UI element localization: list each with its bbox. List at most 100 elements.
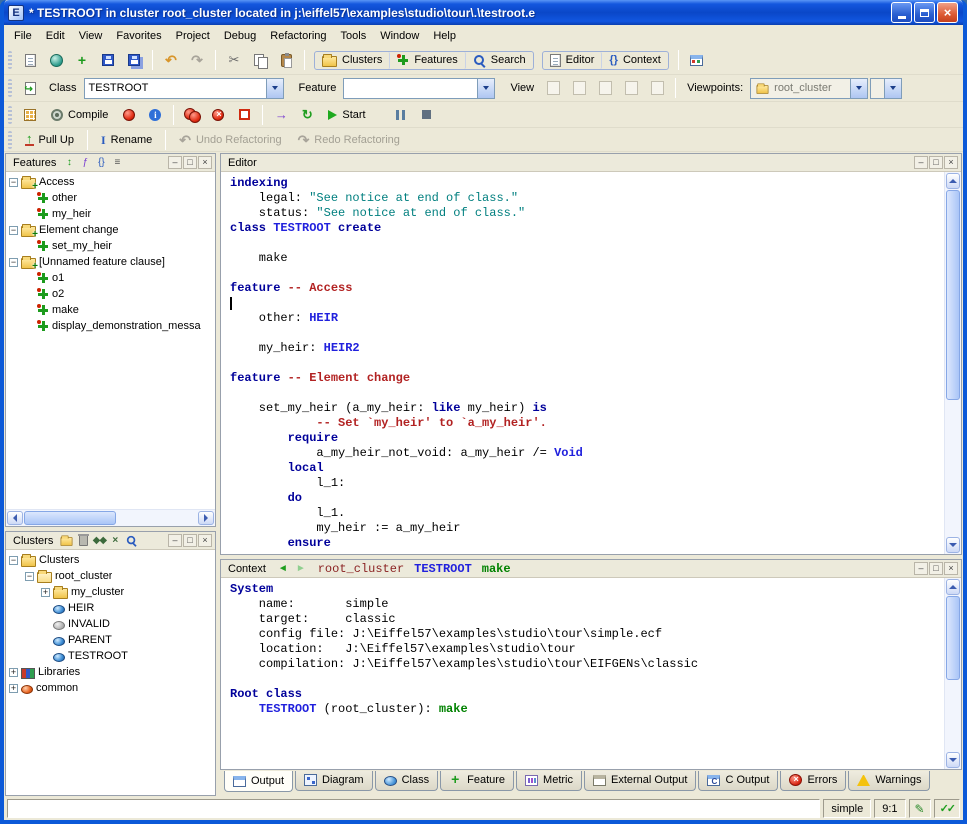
- menu-debug[interactable]: Debug: [217, 27, 263, 45]
- collapse-icon[interactable]: −: [9, 178, 18, 187]
- basic-text-view-button[interactable]: [541, 77, 565, 100]
- save-button[interactable]: [96, 49, 120, 72]
- cluster-item-my-cluster[interactable]: +my_cluster: [6, 584, 215, 600]
- feature-item-o2[interactable]: o2: [6, 286, 215, 302]
- scroll-up-icon[interactable]: [946, 579, 960, 595]
- viewpoints-dropdown-arrow-icon[interactable]: [850, 79, 867, 98]
- context-crumb-cluster[interactable]: root_cluster: [318, 562, 404, 576]
- copy-button[interactable]: [248, 49, 272, 72]
- editor-close-button[interactable]: ×: [944, 156, 958, 169]
- contract-view-button[interactable]: [619, 77, 643, 100]
- redo-button[interactable]: ↷: [185, 49, 209, 72]
- sort-features-icon[interactable]: ↕: [62, 156, 76, 170]
- new-cluster-icon[interactable]: [59, 534, 74, 548]
- scroll-down-icon[interactable]: [946, 537, 960, 553]
- animate-button[interactable]: ↻: [295, 103, 319, 126]
- melt-button[interactable]: [117, 103, 141, 126]
- minimize-button[interactable]: [891, 2, 912, 23]
- toolbar-grip[interactable]: [8, 106, 12, 124]
- toolbar-grip[interactable]: [8, 51, 12, 69]
- add-item-button[interactable]: +: [70, 49, 94, 72]
- close-button[interactable]: ×: [937, 2, 958, 23]
- feature-item-other[interactable]: other: [6, 190, 215, 206]
- compile-button[interactable]: Compile: [44, 107, 115, 123]
- tab-metric[interactable]: Metric: [516, 771, 582, 791]
- cluster-item-invalid[interactable]: INVALID: [6, 616, 215, 632]
- feature-item-display-demonstration-messa[interactable]: display_demonstration_messa: [6, 318, 215, 334]
- new-window-button[interactable]: [18, 77, 42, 100]
- class-dropdown[interactable]: TESTROOT: [84, 78, 284, 99]
- compilation-info-button[interactable]: i: [143, 103, 167, 126]
- feature-item-my-heir[interactable]: my_heir: [6, 206, 215, 222]
- clusters-minimize-button[interactable]: –: [168, 534, 182, 547]
- redo-refactoring-button[interactable]: ↷ Redo Refactoring: [291, 132, 407, 148]
- paste-button[interactable]: [274, 49, 298, 72]
- feature-dropdown-arrow-icon[interactable]: [477, 79, 494, 98]
- project-settings-button[interactable]: [18, 103, 42, 126]
- menu-file[interactable]: File: [7, 27, 39, 45]
- editor-vertical-scrollbar[interactable]: [944, 172, 961, 554]
- scrollbar-thumb[interactable]: [946, 596, 960, 680]
- context-crumb-feature[interactable]: make: [482, 562, 511, 576]
- context-output-area[interactable]: System name: simple target: classic conf…: [221, 578, 944, 769]
- expand-icon[interactable]: +: [9, 684, 18, 693]
- feature-item-access[interactable]: −Access: [6, 174, 215, 190]
- cut-button[interactable]: ✂: [222, 49, 246, 72]
- clusters-close-button[interactable]: ×: [198, 534, 212, 547]
- toolbar-grip[interactable]: [8, 131, 12, 149]
- history-back-icon[interactable]: ◄: [278, 563, 288, 574]
- features-minimize-button[interactable]: –: [168, 156, 182, 169]
- menu-refactoring[interactable]: Refactoring: [263, 27, 333, 45]
- scrollbar-thumb[interactable]: [946, 190, 960, 400]
- collapse-icon[interactable]: −: [25, 572, 34, 581]
- remove-cluster-icon[interactable]: [76, 534, 90, 548]
- open-project-button[interactable]: [44, 49, 68, 72]
- menu-edit[interactable]: Edit: [39, 27, 72, 45]
- feature-item-o1[interactable]: o1: [6, 270, 215, 286]
- features-horizontal-scrollbar[interactable]: [6, 509, 215, 526]
- collapse-icon[interactable]: −: [9, 556, 18, 565]
- cluster-item-testroot[interactable]: TESTROOT: [6, 648, 215, 664]
- start-button[interactable]: Start: [321, 107, 372, 123]
- step-button[interactable]: →: [269, 103, 293, 126]
- viewpoints-dropdown[interactable]: root_cluster: [750, 78, 868, 99]
- stop-button[interactable]: [415, 103, 439, 126]
- discard-breakpoints-button[interactable]: [232, 103, 256, 126]
- pull-up-button[interactable]: ↑ Pull Up: [18, 131, 81, 148]
- tab-diagram[interactable]: Diagram: [295, 771, 373, 791]
- scrollbar-thumb[interactable]: [24, 511, 116, 525]
- history-forward-icon[interactable]: ►: [296, 563, 306, 574]
- editor-maximize-button[interactable]: □: [929, 156, 943, 169]
- viewpoints-secondary-dropdown[interactable]: [870, 78, 902, 99]
- delete-icon[interactable]: ×: [108, 534, 122, 548]
- cluster-item-parent[interactable]: PARENT: [6, 632, 215, 648]
- cluster-item-common[interactable]: +common: [6, 680, 215, 696]
- tab-warnings[interactable]: Warnings: [848, 771, 930, 791]
- undo-button[interactable]: ↶: [159, 49, 183, 72]
- scroll-left-icon[interactable]: [7, 511, 23, 525]
- collapse-icon[interactable]: −: [9, 226, 18, 235]
- menu-help[interactable]: Help: [426, 27, 463, 45]
- signature-icon[interactable]: ƒ: [78, 156, 92, 170]
- tab-output[interactable]: Output: [224, 771, 293, 792]
- context-maximize-button[interactable]: □: [929, 562, 943, 575]
- restore-button[interactable]: [914, 2, 935, 23]
- expand-icon[interactable]: +: [41, 588, 50, 597]
- context-close-button[interactable]: ×: [944, 562, 958, 575]
- menu-window[interactable]: Window: [373, 27, 426, 45]
- toolbar-grip[interactable]: [8, 79, 12, 97]
- editor-minimize-button[interactable]: –: [914, 156, 928, 169]
- menu-tools[interactable]: Tools: [334, 27, 374, 45]
- freeze-button[interactable]: [180, 103, 204, 126]
- menu-project[interactable]: Project: [169, 27, 217, 45]
- clusters-maximize-button[interactable]: □: [183, 534, 197, 547]
- cluster-item-root-cluster[interactable]: −root_cluster: [6, 568, 215, 584]
- features-tool-button[interactable]: Features: [390, 52, 465, 69]
- pause-button[interactable]: [389, 103, 413, 126]
- search-cluster-icon[interactable]: [124, 534, 138, 548]
- feature-item-set-my-heir[interactable]: set_my_heir: [6, 238, 215, 254]
- class-dropdown-arrow-icon[interactable]: [266, 79, 283, 98]
- menu-favorites[interactable]: Favorites: [109, 27, 168, 45]
- feature-item-unnamed-feature-clause[interactable]: −[Unnamed feature clause]: [6, 254, 215, 270]
- tab-feature[interactable]: Feature: [440, 771, 514, 791]
